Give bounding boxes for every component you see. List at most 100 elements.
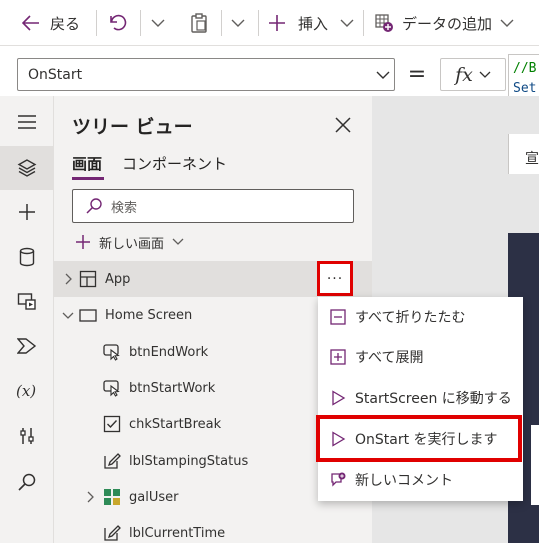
tree-node-label: btnStartWork	[129, 380, 216, 396]
collapse-all-icon	[330, 309, 346, 325]
code-line: //B	[513, 61, 537, 76]
insert-label: 挿入	[298, 14, 329, 33]
rail-variables-button[interactable]: (x)	[0, 369, 54, 413]
toolbar-divider	[258, 10, 259, 36]
search-icon	[18, 473, 36, 491]
chevron-down-icon	[172, 238, 184, 245]
menu-item-label: StartScreen に移動する	[355, 391, 512, 407]
toolbar-divider	[221, 10, 222, 36]
layers-icon	[17, 159, 37, 177]
active-tab-indicator	[72, 177, 104, 180]
rail-power-automate-button[interactable]	[0, 324, 54, 368]
search-icon	[86, 198, 102, 214]
paste-button[interactable]	[190, 0, 208, 46]
new-screen-button[interactable]: 新しい画面	[75, 230, 184, 254]
add-data-icon	[375, 14, 393, 32]
tree-node-lblcurrenttime[interactable]: lblCurrentTime	[54, 515, 372, 543]
context-menu: すべて折りたたむ すべて展開 StartScreen に移動する OnStart…	[318, 297, 523, 501]
chevron-down-icon	[340, 19, 354, 27]
rail-advanced-tools-button[interactable]	[0, 414, 54, 458]
menu-item-label: すべて折りたたむ	[355, 310, 466, 326]
clipboard-icon	[191, 13, 207, 33]
rail-insert-button[interactable]	[0, 190, 54, 234]
variables-icon: (x)	[16, 382, 36, 400]
rail-tree-view-button[interactable]	[0, 146, 54, 190]
more-options-button[interactable]: ···	[317, 261, 353, 296]
expand-all-icon	[330, 349, 346, 365]
add-data-label: データの追加	[402, 14, 493, 33]
tree-node-label: chkStartBreak	[129, 416, 222, 432]
back-arrow-icon	[22, 15, 39, 31]
tree-node-label: btnEndWork	[129, 344, 209, 360]
property-dropdown[interactable]: OnStart	[17, 58, 395, 91]
chevron-down-icon	[500, 19, 514, 27]
rail-search-button[interactable]	[0, 460, 54, 504]
label-icon	[104, 453, 121, 469]
hamburger-icon	[18, 115, 36, 129]
close-icon	[335, 117, 351, 133]
close-panel-button[interactable]	[332, 114, 354, 136]
command-toolbar: 戻る 挿入 データの追加	[0, 0, 539, 46]
plus-icon	[269, 15, 285, 31]
rail-data-button[interactable]	[0, 235, 54, 279]
gallery-icon	[104, 489, 120, 505]
back-button[interactable]: 戻る	[22, 0, 80, 46]
checkbox-icon	[103, 415, 121, 433]
plus-icon	[76, 235, 90, 249]
hamburger-menu-button[interactable]	[0, 100, 54, 144]
undo-button[interactable]	[108, 0, 128, 46]
menu-item-navigate-startscreen[interactable]: StartScreen に移動する	[318, 378, 523, 418]
new-comment-icon	[331, 472, 346, 487]
button-icon	[103, 344, 120, 361]
undo-dropdown[interactable]	[151, 0, 165, 46]
undo-icon	[110, 14, 127, 31]
tree-node-label: lblCurrentTime	[129, 525, 226, 541]
menu-item-expand-all[interactable]: すべて展開	[318, 337, 523, 377]
chevron-right-icon[interactable]	[84, 491, 96, 503]
power-automate-icon	[17, 338, 37, 354]
left-rail: (x)	[0, 96, 54, 543]
chevron-down-icon	[151, 19, 165, 27]
add-data-button[interactable]: データの追加	[374, 0, 514, 46]
fx-label: fx	[455, 63, 473, 86]
rail-media-button[interactable]	[0, 279, 54, 323]
play-icon	[332, 390, 346, 406]
label-icon	[104, 525, 121, 541]
chevron-down-icon	[376, 71, 390, 79]
menu-item-new-comment[interactable]: 新しいコメント	[318, 460, 523, 500]
insert-button[interactable]: 挿入	[268, 0, 354, 46]
chevron-right-icon[interactable]	[62, 273, 74, 285]
paste-dropdown[interactable]	[231, 0, 245, 46]
chevron-down-icon	[479, 71, 491, 78]
database-icon	[19, 247, 35, 267]
tools-icon	[20, 428, 34, 444]
canvas-header-strip: 宣	[508, 134, 539, 174]
function-button[interactable]: fx	[440, 58, 506, 91]
toolbar-divider	[363, 10, 364, 36]
tree-node-label: App	[105, 271, 131, 287]
new-screen-label: 新しい画面	[99, 236, 165, 252]
search-input[interactable]: 検索	[72, 189, 354, 223]
tree-node-label: galUser	[129, 489, 179, 505]
button-icon	[103, 380, 120, 397]
toolbar-divider	[140, 10, 141, 36]
chevron-down-icon[interactable]	[62, 309, 74, 321]
tab-components[interactable]: コンポーネント	[122, 153, 227, 174]
menu-item-label: すべて展開	[355, 350, 424, 366]
search-placeholder: 検索	[111, 200, 138, 216]
property-value: OnStart	[28, 66, 83, 83]
media-icon	[17, 293, 36, 310]
tree-node-label: Home Screen	[105, 307, 193, 323]
menu-item-collapse-all[interactable]: すべて折りたたむ	[318, 297, 523, 337]
tab-screens[interactable]: 画面	[72, 153, 102, 174]
chevron-down-icon	[231, 19, 245, 27]
equals-sign: =	[407, 61, 427, 87]
tree-node-label: lblStampingStatus	[129, 453, 249, 469]
back-label: 戻る	[50, 14, 81, 33]
app-preview-card	[531, 425, 539, 505]
svg-text:(x): (x)	[16, 382, 36, 400]
highlight-box	[316, 415, 522, 462]
plus-icon	[19, 204, 35, 220]
screen-icon	[79, 309, 97, 322]
panel-title: ツリー ビュー	[72, 116, 193, 138]
